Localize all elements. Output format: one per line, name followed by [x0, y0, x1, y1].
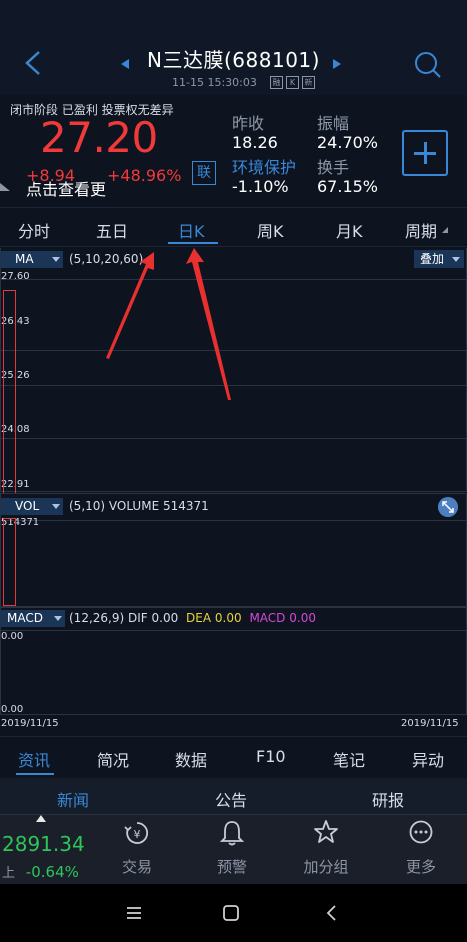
- sector-label[interactable]: 环境保护: [232, 154, 296, 178]
- kline-candle: [3, 290, 16, 494]
- price-change-pct: +48.96%: [107, 166, 182, 185]
- tab-f10[interactable]: F10: [256, 747, 286, 766]
- k-tag: K: [286, 76, 299, 89]
- subtab-news[interactable]: 新闻: [57, 787, 89, 811]
- margin-tag: 融: [270, 76, 283, 89]
- nav-more[interactable]: 更多: [381, 856, 461, 877]
- sector-value: -1.10%: [232, 177, 289, 196]
- linked-button[interactable]: 联: [192, 161, 216, 185]
- system-back-icon[interactable]: [324, 904, 338, 922]
- dif-value: 0.00: [151, 611, 179, 625]
- trade-icon[interactable]: ¥: [124, 820, 150, 846]
- date-label-left: 2019/11/15: [1, 718, 59, 729]
- svg-text:¥: ¥: [134, 828, 141, 841]
- vol-params: (5,10) VOLUME 514371: [69, 499, 209, 513]
- grid-line: [0, 630, 467, 631]
- dropdown-icon: [452, 257, 460, 262]
- search-icon[interactable]: [413, 50, 443, 80]
- macd-params: (12,26,9) DIF 0.00 DEA 0.00 MACD 0.00: [69, 611, 316, 625]
- sub-tabs: 新闻 公告 研报: [0, 778, 467, 814]
- turnover-label: 换手: [317, 158, 350, 177]
- ma-selector[interactable]: MA: [1, 251, 63, 268]
- index-pct-value: -0.64%: [25, 863, 79, 881]
- dropdown-icon: [54, 616, 62, 621]
- tab-five-day[interactable]: 五日: [96, 218, 128, 242]
- annotation-arrows: [106, 248, 231, 400]
- tab-notes[interactable]: 笔记: [333, 747, 365, 771]
- add-watchlist-button[interactable]: [402, 130, 448, 176]
- tab-weekly-k[interactable]: 周K: [257, 218, 284, 242]
- prev-close-value: 18.26: [232, 133, 278, 152]
- view-more-tip[interactable]: 点击查看更: [26, 176, 106, 200]
- more-icon[interactable]: [408, 819, 434, 845]
- macd-params-label: (12,26,9) DIF: [69, 611, 148, 625]
- macd-value: 0.00: [289, 611, 316, 625]
- axis-label: 0.00: [1, 631, 24, 642]
- active-tab-underline: [16, 773, 54, 775]
- new-tag: 新: [302, 76, 315, 89]
- grid-line: [0, 438, 467, 439]
- nav-trade[interactable]: 交易: [97, 856, 177, 877]
- grid-line: [0, 520, 467, 521]
- quote-timestamp: 11-15 15:30:03: [172, 76, 257, 89]
- prev-close-label: 昨收: [232, 114, 265, 133]
- ma-selector-label: MA: [15, 252, 34, 266]
- last-price: 27.20: [40, 113, 158, 162]
- next-stock-icon[interactable]: [333, 59, 341, 69]
- menu-icon[interactable]: [125, 905, 143, 921]
- bell-icon[interactable]: [219, 819, 245, 847]
- amplitude-label: 振幅: [317, 114, 350, 133]
- title-container: N三达膜(688101): [0, 44, 467, 73]
- index-prefix: 上: [2, 866, 16, 881]
- star-icon[interactable]: [313, 819, 339, 845]
- dea-value: 0.00: [214, 611, 242, 625]
- tab-timeshare[interactable]: 分时: [18, 218, 50, 242]
- home-icon[interactable]: [222, 904, 240, 922]
- stock-title: N三达膜(688101): [147, 48, 320, 72]
- grid-line: [0, 714, 467, 715]
- date-label-right: 2019/11/15: [401, 718, 459, 729]
- dropdown-icon: [52, 257, 60, 262]
- tab-profile[interactable]: 简况: [97, 747, 129, 771]
- vol-selector[interactable]: VOL: [1, 498, 63, 515]
- expand-up-icon[interactable]: [36, 815, 46, 822]
- axis-label: 27.60: [1, 271, 30, 282]
- macd-panel: [0, 607, 467, 735]
- vol-selector-label: VOL: [15, 499, 40, 513]
- axis-label: 0.00: [1, 704, 24, 715]
- subtab-announcements[interactable]: 公告: [215, 787, 247, 811]
- macd-selector[interactable]: MACD: [1, 610, 65, 627]
- nav-add-group[interactable]: 加分组: [286, 856, 366, 877]
- dropdown-icon: [52, 504, 60, 509]
- index-change: 上 -0.64%: [2, 862, 79, 881]
- tab-period[interactable]: 周期: [405, 218, 437, 242]
- overlay-button[interactable]: 叠加: [414, 250, 464, 268]
- macd-label: MACD: [249, 611, 286, 625]
- overlay-label: 叠加: [420, 252, 445, 266]
- nav-alert[interactable]: 预警: [192, 856, 272, 877]
- index-value[interactable]: 2891.34: [2, 832, 85, 856]
- tab-news[interactable]: 资讯: [18, 747, 50, 771]
- corner-triangle-icon: [0, 183, 10, 191]
- dea-label: DEA: [186, 611, 212, 625]
- expand-icon[interactable]: [438, 497, 458, 517]
- subtab-research[interactable]: 研报: [372, 787, 404, 811]
- tab-anomaly[interactable]: 异动: [412, 747, 444, 771]
- turnover-value: 67.15%: [317, 177, 379, 196]
- tab-monthly-k[interactable]: 月K: [336, 218, 363, 242]
- amplitude-value: 24.70%: [317, 133, 379, 152]
- volume-bar: [3, 518, 16, 606]
- tab-daily-k[interactable]: 日K: [178, 218, 205, 242]
- period-dropdown-icon: [442, 227, 448, 233]
- grid-line: [0, 491, 467, 492]
- macd-selector-label: MACD: [7, 611, 43, 625]
- tab-data[interactable]: 数据: [175, 747, 207, 771]
- info-tabs: 资讯 简况 数据 F10 笔记 异动: [0, 736, 467, 778]
